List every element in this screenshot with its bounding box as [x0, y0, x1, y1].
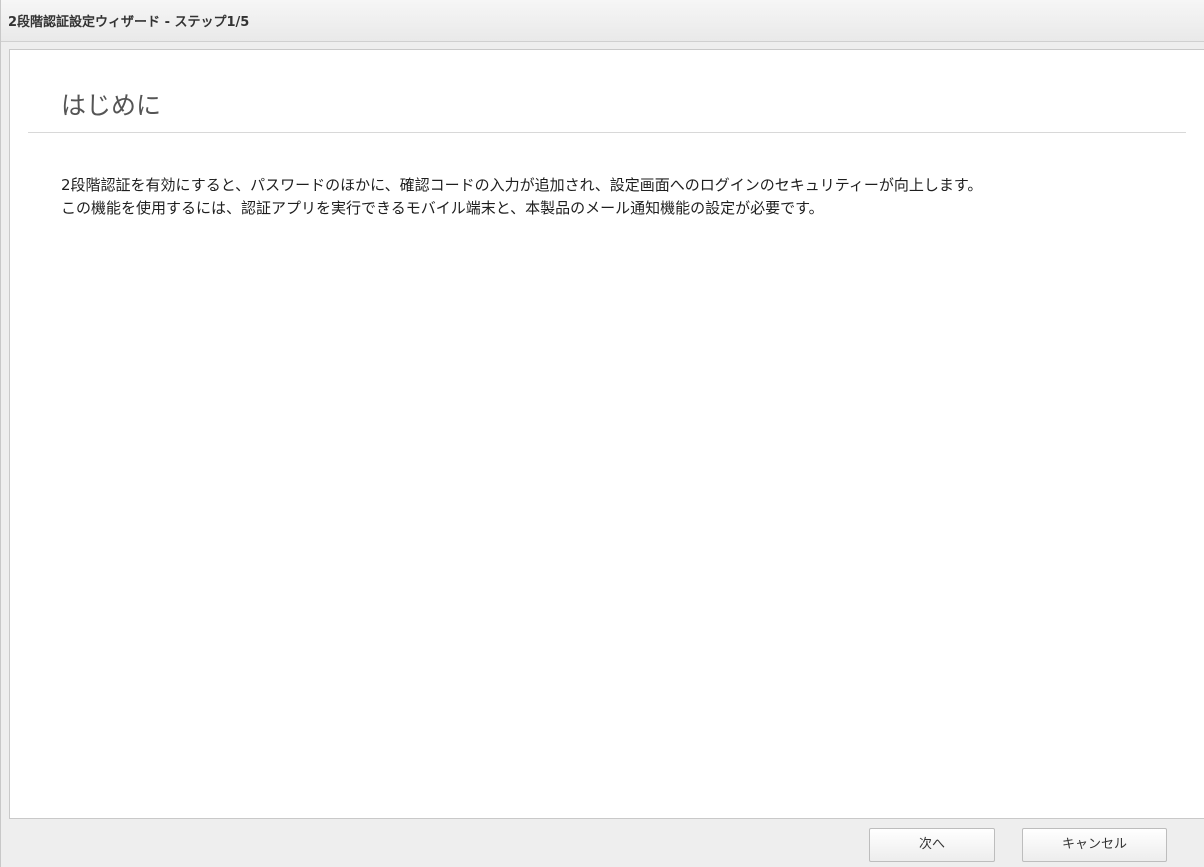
- cancel-button[interactable]: キャンセル: [1022, 828, 1167, 862]
- button-bar: 次へ キャンセル: [1, 819, 1204, 867]
- next-button[interactable]: 次へ: [869, 828, 995, 862]
- window-title: 2段階認証設定ウィザード - ステップ1/5: [8, 15, 250, 30]
- content-panel: はじめに 2段階認証を有効にすると、パスワードのほかに、確認コードの入力が追加さ…: [9, 49, 1204, 819]
- title-bar: 2段階認証設定ウィザード - ステップ1/5: [1, 0, 1204, 42]
- description-paragraph-1: 2段階認証を有効にすると、パスワードのほかに、確認コードの入力が追加され、設定画…: [61, 176, 983, 194]
- title-divider: [28, 132, 1186, 133]
- wizard-window: 2段階認証設定ウィザード - ステップ1/5 はじめに 2段階認証を有効にすると…: [0, 0, 1204, 867]
- description-text: 2段階認証を有効にすると、パスワードのほかに、確認コードの入力が追加され、設定画…: [61, 174, 1171, 220]
- page-title: はじめに: [61, 91, 162, 120]
- description-paragraph-2: この機能を使用するには、認証アプリを実行できるモバイル端末と、本製品のメール通知…: [61, 199, 824, 217]
